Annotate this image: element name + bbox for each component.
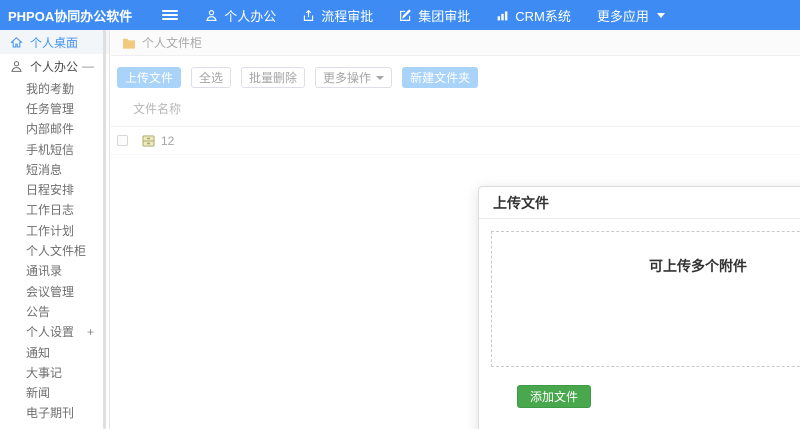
dialog-actions: 添加文件 — [517, 385, 800, 408]
cabinet-icon — [142, 134, 155, 147]
file-name: 12 — [161, 133, 175, 148]
sidebar-item-internal-mail[interactable]: 内部邮件 — [0, 119, 109, 139]
nav-label: 更多应用 — [596, 8, 649, 24]
sidebar-item-label: 个人办公 — [30, 59, 79, 74]
nav-label: CRM系统 — [515, 8, 571, 24]
nav-label: 流程审批 — [321, 8, 374, 24]
sidebar-item-attendance[interactable]: 我的考勤 — [0, 78, 109, 98]
home-icon — [10, 36, 23, 49]
sidebar-item-news[interactable]: 新闻 — [0, 382, 109, 402]
bar-chart-icon — [496, 9, 509, 22]
sidebar-item-label: 通知 — [26, 345, 51, 360]
app-title: PHPOA协同办公软件 — [8, 8, 133, 24]
sidebar-item-schedule[interactable]: 日程安排 — [0, 179, 109, 199]
breadcrumb-label: 个人文件柜 — [142, 36, 203, 50]
nav-more-apps[interactable]: 更多应用 — [584, 0, 678, 30]
nav-group-approval[interactable]: 集团审批 — [386, 0, 483, 30]
sidebar-item-label: 内部邮件 — [26, 122, 75, 137]
toolbar: 上传文件 全选 批量删除 更多操作 新建文件夹 — [111, 56, 800, 98]
sidebar-item-personal-settings[interactable]: 个人设置 + — [0, 322, 109, 342]
sidebar-item-memorabilia[interactable]: 大事记 — [0, 362, 109, 382]
upload-dropzone[interactable]: 可上传多个附件 — [491, 231, 800, 367]
sidebar-item-phone-sms[interactable]: 手机短信 — [0, 139, 109, 159]
sidebar-item-label: 手机短信 — [26, 142, 75, 157]
sidebar-item-label: 大事记 — [26, 365, 63, 380]
sidebar-item-ejournal[interactable]: 电子期刊 — [0, 403, 109, 423]
sidebar-item-contacts[interactable]: 通讯录 — [0, 261, 109, 281]
nav-label: 集团审批 — [418, 8, 471, 24]
batch-delete-button[interactable]: 批量删除 — [241, 67, 306, 88]
sidebar-item-label: 短消息 — [26, 162, 63, 177]
upload-file-button[interactable]: 上传文件 — [117, 67, 182, 88]
sidebar: 个人桌面 个人办公 — 我的考勤 任务管理 内部邮件 手机短信 短消息 日程安排… — [0, 30, 110, 429]
nav-label: 个人办公 — [224, 8, 277, 24]
expand-icon[interactable]: + — [87, 326, 94, 338]
nav-personal-office[interactable]: 个人办公 — [192, 0, 289, 30]
folder-icon — [122, 37, 136, 49]
sidebar-item-label: 我的考勤 — [26, 81, 75, 96]
menu-hamburger-icon[interactable] — [162, 8, 179, 22]
sidebar-item-label: 个人桌面 — [30, 35, 79, 50]
sidebar-item-meeting-manage[interactable]: 会议管理 — [0, 281, 109, 301]
dialog-body: 可上传多个附件 添加文件 — [479, 219, 800, 429]
upload-box-icon — [302, 9, 315, 22]
sidebar-item-label: 工作计划 — [26, 223, 75, 238]
sidebar-item-label: 日程安排 — [26, 183, 75, 198]
user-icon — [205, 9, 218, 22]
upload-dialog: 上传文件 可上传多个附件 添加文件 — [478, 186, 800, 429]
caret-down-icon — [656, 12, 665, 18]
sidebar-item-work-log[interactable]: 工作日志 — [0, 200, 109, 220]
sidebar-item-personal-office[interactable]: 个人办公 — — [0, 54, 109, 78]
caret-down-icon — [376, 75, 385, 80]
collapse-icon[interactable]: — — [82, 60, 94, 72]
person-icon — [10, 60, 23, 73]
sidebar-item-label: 任务管理 — [26, 101, 75, 116]
topbar-nav: 个人办公 流程审批 集团审批 CRM系统 更多应用 — [192, 0, 678, 30]
table-row[interactable]: 12 — [111, 127, 800, 155]
sidebar-item-label: 工作日志 — [26, 203, 75, 218]
dialog-title: 上传文件 — [479, 187, 800, 219]
sidebar-item-short-message[interactable]: 短消息 — [0, 159, 109, 179]
row-checkbox[interactable] — [117, 135, 128, 146]
sidebar-item-label: 公告 — [26, 304, 51, 319]
table-header-filename: 文件名称 — [111, 98, 800, 127]
dropzone-hint: 可上传多个附件 — [649, 258, 747, 274]
sidebar-item-announcement[interactable]: 公告 — [0, 301, 109, 321]
breadcrumb: 个人文件柜 — [111, 30, 800, 56]
sidebar-item-label: 新闻 — [26, 386, 51, 401]
sidebar-item-label: 通讯录 — [26, 264, 63, 279]
more-actions-button[interactable]: 更多操作 — [315, 67, 393, 88]
more-actions-label: 更多操作 — [323, 71, 372, 85]
new-folder-button[interactable]: 新建文件夹 — [402, 67, 479, 88]
sidebar-item-desktop[interactable]: 个人桌面 — [0, 30, 109, 54]
topbar: PHPOA协同办公软件 个人办公 流程审批 集团审批 CRM系统 更多应用 — [0, 0, 800, 30]
sidebar-item-task-manage[interactable]: 任务管理 — [0, 98, 109, 118]
add-file-button[interactable]: 添加文件 — [517, 385, 592, 408]
sidebar-scrollbar[interactable] — [103, 30, 106, 429]
nav-workflow-approval[interactable]: 流程审批 — [289, 0, 386, 30]
nav-crm[interactable]: CRM系统 — [483, 0, 584, 30]
sidebar-item-notice[interactable]: 通知 — [0, 342, 109, 362]
sidebar-item-label: 会议管理 — [26, 284, 75, 299]
sidebar-item-label: 个人设置 — [26, 325, 75, 340]
sidebar-item-label: 电子期刊 — [26, 406, 75, 421]
edit-icon — [399, 8, 412, 22]
sidebar-item-file-cabinet[interactable]: 个人文件柜 — [0, 240, 109, 260]
select-all-button[interactable]: 全选 — [191, 67, 232, 88]
sidebar-item-work-plan[interactable]: 工作计划 — [0, 220, 109, 240]
sidebar-item-label: 个人文件柜 — [26, 244, 87, 259]
